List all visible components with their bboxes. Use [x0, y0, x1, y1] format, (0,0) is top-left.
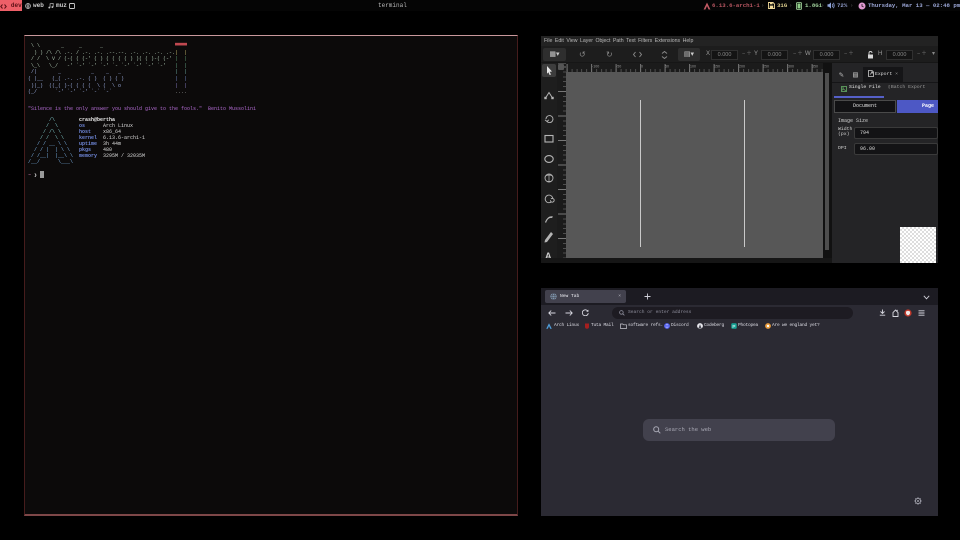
svg-text:P: P — [732, 324, 735, 329]
